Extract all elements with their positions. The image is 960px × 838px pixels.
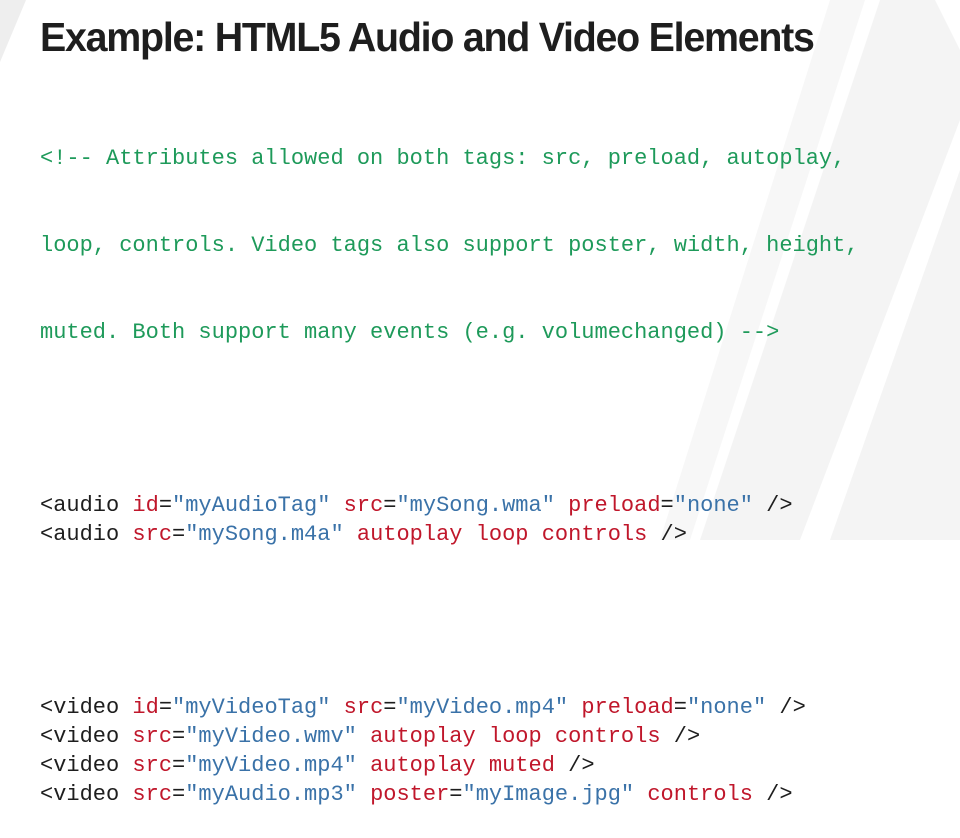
tag-name: <video	[40, 782, 120, 807]
attribute-name: src	[132, 782, 173, 807]
audio-examples: <audio id="myAudioTag" src="mySong.wma" …	[40, 491, 859, 549]
attribute-name: id	[132, 695, 159, 720]
comment-line: <!-- Attributes allowed on both tags: sr…	[40, 146, 846, 171]
punctuation: =	[660, 493, 674, 518]
punctuation: />	[766, 493, 793, 518]
tag-name: <video	[40, 753, 120, 778]
attribute-name: controls	[541, 522, 648, 547]
audio-code-line: <audio id="myAudioTag" src="mySong.wma" …	[40, 491, 859, 520]
attribute-name: preload	[581, 695, 674, 720]
code-block: <!-- Attributes allowed on both tags: sr…	[40, 86, 859, 838]
punctuation: =	[449, 782, 463, 807]
video-code-line: <video id="myVideoTag" src="myVideo.mp4"…	[40, 693, 859, 722]
punctuation: =	[158, 493, 173, 518]
attribute-value: "none"	[673, 493, 753, 518]
punctuation: =	[172, 753, 186, 778]
audio-code-line: <audio src="mySong.m4a" autoplay loop co…	[40, 520, 859, 549]
punctuation: />	[568, 753, 595, 778]
attribute-value: "myImage.jpg"	[462, 782, 635, 807]
punctuation: />	[779, 695, 806, 720]
attribute-value: "myVideo.wmv"	[185, 724, 357, 749]
attribute-value: "mySong.wma"	[396, 493, 555, 518]
punctuation: =	[172, 522, 186, 547]
attribute-name: autoplay	[370, 724, 476, 749]
video-code-line: <video src="myVideo.mp4" autoplay muted …	[40, 751, 859, 780]
attribute-value: "myVideo.mp4"	[185, 753, 357, 778]
attribute-value: "myAudioTag"	[172, 493, 331, 518]
attribute-name: poster	[370, 782, 450, 807]
punctuation: =	[172, 724, 186, 749]
attribute-name: muted	[488, 753, 555, 778]
slide-title: Example: HTML5 Audio and Video Elements	[40, 14, 815, 60]
corner-stripe-top-left	[0, 0, 26, 62]
attribute-name: loop	[475, 522, 529, 547]
attribute-name: loop	[488, 724, 542, 749]
punctuation: =	[383, 695, 397, 720]
attribute-value: "myVideo.mp4"	[396, 695, 569, 720]
tag-name: <audio	[40, 522, 120, 547]
attribute-name: controls	[554, 724, 661, 749]
tag-name: <video	[40, 695, 120, 720]
video-code-line: <video src="myVideo.wmv" autoplay loop c…	[40, 722, 859, 751]
tag-name: <audio	[40, 493, 120, 518]
attribute-value: "myVideoTag"	[172, 695, 331, 720]
punctuation: />	[766, 782, 793, 807]
punctuation: =	[172, 782, 186, 807]
punctuation: =	[383, 493, 397, 518]
attribute-name: src	[132, 724, 173, 749]
punctuation: =	[158, 695, 173, 720]
video-examples: <video id="myVideoTag" src="myVideo.mp4"…	[40, 693, 859, 809]
video-code-line: <video src="myAudio.mp3" poster="myImage…	[40, 780, 859, 809]
attribute-value: "none"	[686, 695, 767, 720]
attribute-name: autoplay	[370, 753, 476, 778]
attribute-name: src	[132, 753, 173, 778]
punctuation: =	[673, 695, 687, 720]
punctuation: />	[660, 522, 687, 547]
attribute-value: "myAudio.mp3"	[185, 782, 357, 807]
attribute-name: src	[343, 493, 384, 518]
attribute-name: src	[343, 695, 384, 720]
attribute-name: preload	[568, 493, 661, 518]
attribute-name: src	[132, 522, 173, 547]
comment-line: loop, controls. Video tags also support …	[40, 233, 859, 258]
attribute-name: autoplay	[356, 522, 463, 547]
attribute-name: controls	[647, 782, 753, 807]
comment-line: muted. Both support many events (e.g. vo…	[40, 320, 780, 345]
attribute-value: "mySong.m4a"	[185, 522, 344, 547]
tag-name: <video	[40, 724, 120, 749]
punctuation: />	[673, 724, 701, 749]
attribute-name: id	[132, 493, 159, 518]
